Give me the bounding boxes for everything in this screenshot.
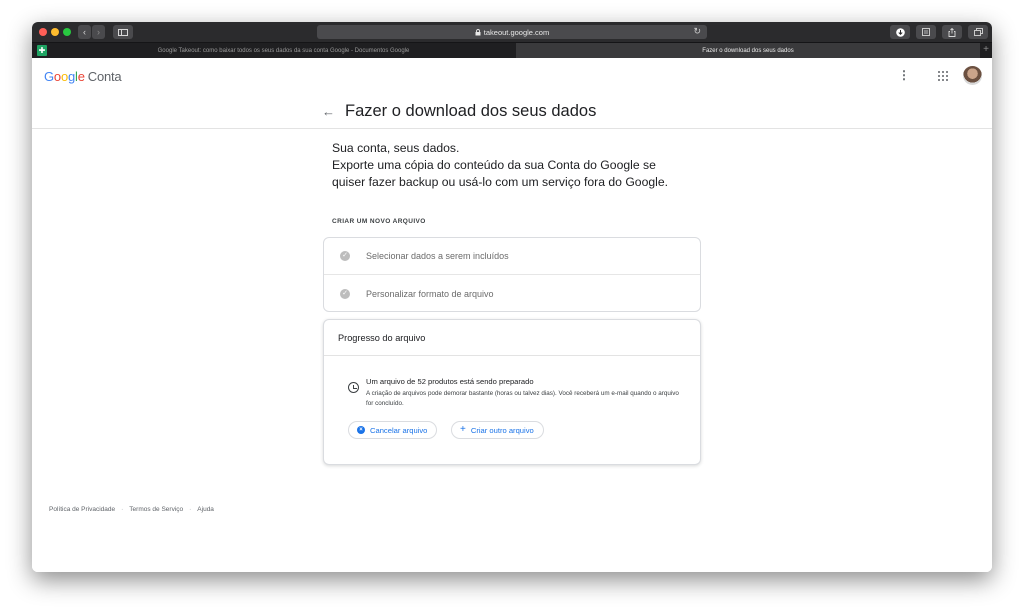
intro-line-2: Exporte uma cópia do conteúdo da sua Con… xyxy=(332,158,656,172)
step-label: Personalizar formato de arquivo xyxy=(366,288,494,299)
terms-link[interactable]: Termos de Serviço xyxy=(129,506,183,513)
cancel-icon: × xyxy=(357,426,365,434)
create-another-archive-button[interactable]: + Criar outro arquivo xyxy=(451,421,544,439)
avatar[interactable] xyxy=(963,66,982,85)
new-tab-button[interactable]: + xyxy=(983,44,989,55)
check-circle-icon: ✓ xyxy=(340,251,350,261)
reload-icon[interactable]: ↻ xyxy=(693,26,701,37)
clock-icon xyxy=(348,382,359,393)
step-select-data[interactable]: ✓ Selecionar dados a serem incluídos xyxy=(324,238,700,275)
logo-suffix: Conta xyxy=(87,69,122,84)
section-label: CRIAR UM NOVO ARQUIVO xyxy=(332,218,426,225)
progress-card: Progresso do arquivo Um arquivo de 52 pr… xyxy=(323,319,701,465)
back-arrow-icon[interactable]: ← xyxy=(322,104,335,119)
step-label: Selecionar dados a serem incluídos xyxy=(366,251,509,261)
share-icon xyxy=(948,27,956,37)
footer-separator: · xyxy=(189,506,192,513)
intro-text: Sua conta, seus dados. Exporte uma cópia… xyxy=(332,140,712,191)
help-link[interactable]: Ajuda xyxy=(197,506,214,513)
sidebar-toggle-button[interactable] xyxy=(113,25,133,39)
apps-grid-icon[interactable] xyxy=(938,71,948,81)
tab-download-data[interactable]: Fazer o download dos seus dados xyxy=(516,43,980,58)
forward-nav-button[interactable]: › xyxy=(92,25,105,39)
browser-window: ‹ › takeout.google.com ↻ ✚ Google Takeou… xyxy=(32,22,992,572)
chevron-right-icon: › xyxy=(97,27,100,37)
footer-separator: · xyxy=(121,506,124,513)
more-vert-icon[interactable]: ⋮ xyxy=(898,68,910,82)
tabs-overview-button[interactable] xyxy=(968,25,988,39)
step-format[interactable]: ✓ Personalizar formato de arquivo xyxy=(324,275,700,312)
sheets-favicon-icon: ✚ xyxy=(37,45,47,56)
logo-letter: o xyxy=(60,69,68,84)
create-label: Criar outro arquivo xyxy=(470,425,534,435)
cancel-archive-button[interactable]: × Cancelar arquivo xyxy=(348,421,438,439)
tab-takeout-doc[interactable]: Google Takeout: como baixar todos os seu… xyxy=(52,43,515,58)
logo-letter: e xyxy=(77,69,85,84)
privacy-link[interactable]: Política de Privacidade xyxy=(49,506,115,513)
url-text: takeout.google.com xyxy=(483,27,550,37)
lock-icon xyxy=(475,28,481,35)
sidebar-icon xyxy=(118,28,128,36)
intro-line-1: Sua conta, seus dados. xyxy=(332,141,460,155)
chevron-left-icon: ‹ xyxy=(83,27,86,37)
zoom-window-button[interactable] xyxy=(63,28,71,36)
tabs-icon xyxy=(973,28,983,36)
logo-letter: g xyxy=(67,69,76,84)
progress-card-header: Progresso do arquivo xyxy=(324,320,700,356)
reader-icon xyxy=(922,28,930,36)
logo-letter: o xyxy=(53,69,61,84)
page-title-bar: ← Fazer o download dos seus dados xyxy=(32,96,992,129)
steps-card: ✓ Selecionar dados a serem incluídos ✓ P… xyxy=(323,237,701,312)
progress-title: Progresso do arquivo xyxy=(338,333,426,343)
tab-label: Google Takeout: como baixar todos os seu… xyxy=(157,47,410,54)
downloads-button[interactable] xyxy=(890,25,910,39)
share-button[interactable] xyxy=(942,25,962,39)
progress-status: Um arquivo de 52 produtos está sendo pre… xyxy=(366,377,534,386)
check-circle-icon: ✓ xyxy=(340,288,350,299)
tab-label: Fazer o download dos seus dados xyxy=(702,47,794,54)
plus-icon: + xyxy=(460,424,466,435)
reader-button[interactable] xyxy=(916,25,936,39)
close-window-button[interactable] xyxy=(39,28,47,36)
tab-bar: ✚ Google Takeout: como baixar todos os s… xyxy=(32,42,992,58)
minimize-window-button[interactable] xyxy=(51,28,59,36)
browser-toolbar: ‹ › takeout.google.com ↻ xyxy=(32,22,992,42)
download-icon xyxy=(895,27,905,37)
account-header: Google Conta ⋮ xyxy=(32,58,992,96)
page-title: Fazer o download dos seus dados xyxy=(345,102,597,120)
back-nav-button[interactable]: ‹ xyxy=(78,25,91,39)
address-bar[interactable]: takeout.google.com ↻ xyxy=(317,25,707,39)
progress-detail: A criação de arquivos pode demorar basta… xyxy=(366,390,679,407)
logo-letter: G xyxy=(44,69,54,84)
cancel-label: Cancelar arquivo xyxy=(370,425,428,435)
google-account-logo[interactable]: Google Conta xyxy=(44,69,122,84)
intro-line-3: quiser fazer backup ou usá-lo com um ser… xyxy=(332,175,669,189)
page-content: Google Conta ⋮ ← Fazer o download dos seu… xyxy=(32,58,992,572)
page-footer: Política de Privacidade · Termos de Serv… xyxy=(49,506,214,513)
